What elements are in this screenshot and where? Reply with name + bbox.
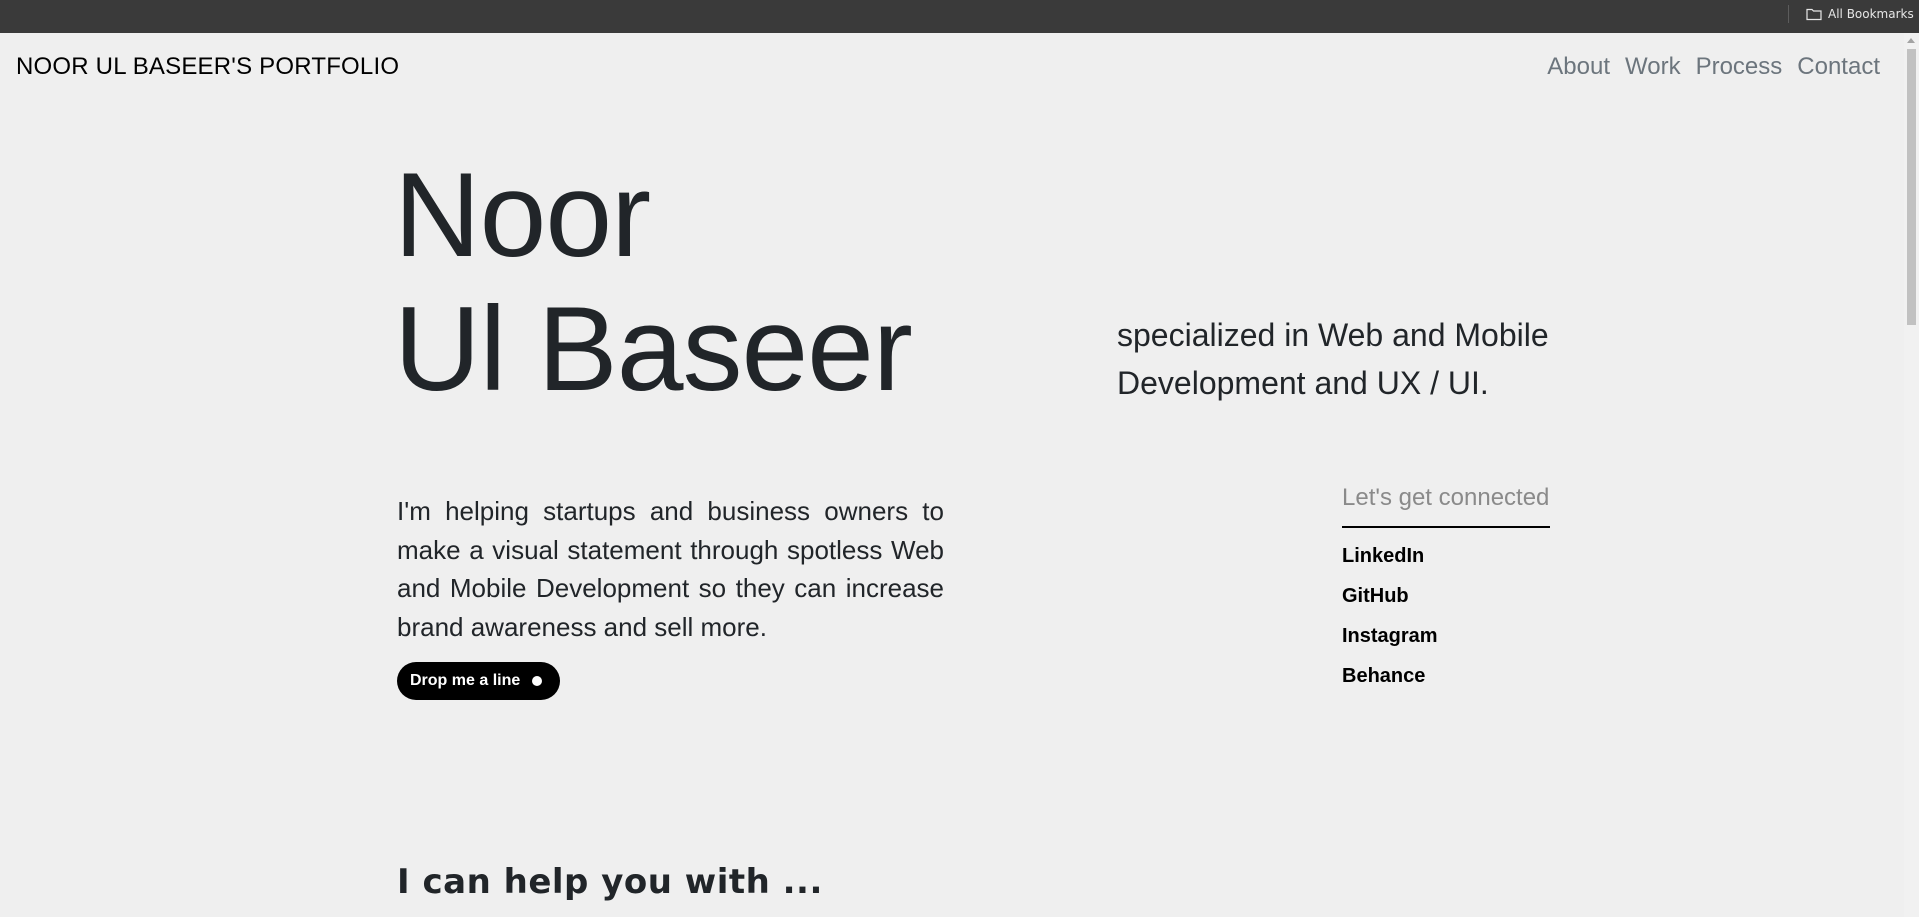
hero-name-first: Noor — [394, 148, 651, 282]
cta-label: Drop me a line — [410, 672, 521, 689]
hero-name: Noor Ul Baseer — [394, 148, 913, 416]
brand-title[interactable]: NOOR UL BASEER'S PORTFOLIO — [16, 53, 399, 81]
scrollbar-thumb[interactable] — [1907, 49, 1916, 325]
intro-paragraph: I'm helping startups and business owners… — [397, 496, 944, 642]
folder-icon — [1806, 7, 1822, 21]
drop-me-a-line-button[interactable]: Drop me a line — [397, 662, 561, 700]
all-bookmarks-button[interactable]: All Bookmarks — [1806, 4, 1914, 24]
nav-link-about[interactable]: About — [1547, 53, 1610, 81]
hero-name-last: Ul Baseer — [394, 282, 913, 416]
bookmarks-bar: All Bookmarks — [0, 0, 1919, 33]
main-nav: About Work Process Contact — [1547, 53, 1880, 81]
bookmarks-separator — [1788, 5, 1789, 23]
social-links-list: LinkedIn GitHub Instagram Behance — [1342, 546, 1550, 706]
specialization-text: specialized in Web and Mobile Developmen… — [1117, 317, 1549, 401]
all-bookmarks-label: All Bookmarks — [1828, 7, 1914, 21]
social-link-behance[interactable]: Behance — [1342, 666, 1550, 706]
nav-link-work[interactable]: Work — [1625, 53, 1681, 81]
connect-heading: Let's get connected — [1342, 484, 1550, 528]
services-heading: I can help you with ... — [397, 862, 823, 902]
connect-section: Let's get connected LinkedIn GitHub Inst… — [1342, 484, 1550, 706]
social-link-linkedin[interactable]: LinkedIn — [1342, 546, 1550, 586]
scroll-up-arrow-icon[interactable] — [1907, 38, 1915, 43]
page-scrollbar[interactable] — [1904, 33, 1919, 917]
social-link-instagram[interactable]: Instagram — [1342, 626, 1550, 666]
dot-icon — [532, 676, 543, 686]
nav-link-contact[interactable]: Contact — [1797, 53, 1880, 81]
social-link-github[interactable]: GitHub — [1342, 586, 1550, 626]
nav-link-process[interactable]: Process — [1696, 53, 1783, 81]
